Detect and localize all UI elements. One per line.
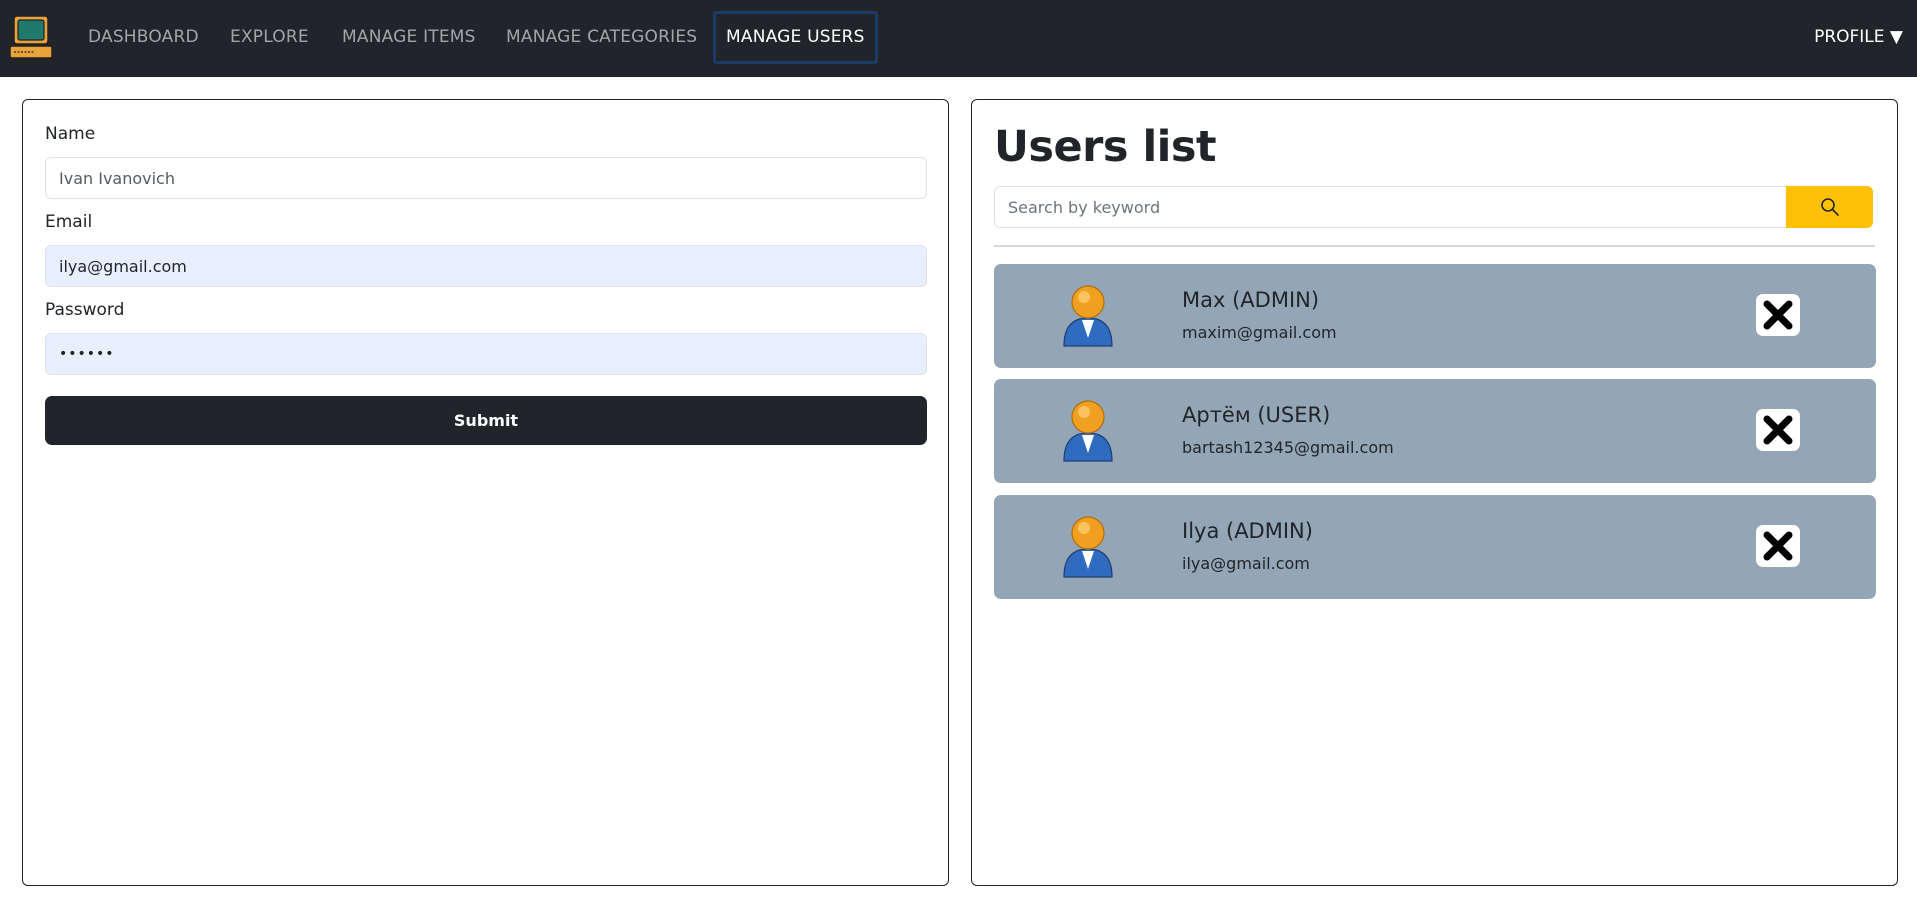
user-email: bartash12345@gmail.com [1182,438,1394,457]
user-email: maxim@gmail.com [1182,323,1337,342]
user-avatar-icon [1063,285,1113,347]
retro-computer-icon[interactable] [8,14,54,60]
delete-user-button[interactable] [1756,409,1800,451]
nav-dashboard[interactable]: DASHBOARD [88,22,199,52]
nav-manage-items[interactable]: MANAGE ITEMS [342,22,476,52]
user-card: Ilya (ADMIN) ilya@gmail.com [994,495,1876,599]
nav-manage-categories[interactable]: MANAGE CATEGORIES [506,22,697,52]
submit-button[interactable]: Submit [45,396,927,445]
users-list-panel: Users list Search by keyword Max (ADMIN)… [971,99,1898,886]
name-label: Name [45,124,96,144]
close-icon [1763,415,1793,445]
user-email: ilya@gmail.com [1182,554,1310,573]
name-field[interactable]: Ivan Ivanovich [45,157,927,199]
user-avatar-icon [1063,516,1113,578]
user-name: Ilya (ADMIN) [1182,519,1313,543]
profile-dropdown[interactable]: PROFILE ▼ [1814,22,1903,52]
divider [994,245,1875,247]
delete-user-button[interactable] [1756,525,1800,567]
close-icon [1763,531,1793,561]
user-name: Артём (USER) [1182,403,1331,427]
delete-user-button[interactable] [1756,294,1800,336]
email-label: Email [45,212,93,232]
user-card: Артём (USER) bartash12345@gmail.com [994,379,1876,483]
password-field[interactable]: •••••• [45,333,927,375]
user-card: Max (ADMIN) maxim@gmail.com [994,264,1876,368]
search-icon [1820,198,1839,216]
user-form-panel: Name Ivan Ivanovich Email ilya@gmail.com… [22,99,949,886]
nav-manage-users[interactable]: MANAGE USERS [713,11,878,64]
search-input[interactable]: Search by keyword [994,186,1786,228]
search-button[interactable] [1786,186,1873,228]
nav-explore[interactable]: EXPLORE [230,22,309,52]
user-name: Max (ADMIN) [1182,288,1320,312]
close-icon [1763,300,1793,330]
email-field[interactable]: ilya@gmail.com [45,245,927,287]
password-label: Password [45,300,125,320]
page-title: Users list [994,122,1217,172]
user-avatar-icon [1063,400,1113,462]
top-navbar: DASHBOARD EXPLORE MANAGE ITEMS MANAGE CA… [0,0,1917,77]
